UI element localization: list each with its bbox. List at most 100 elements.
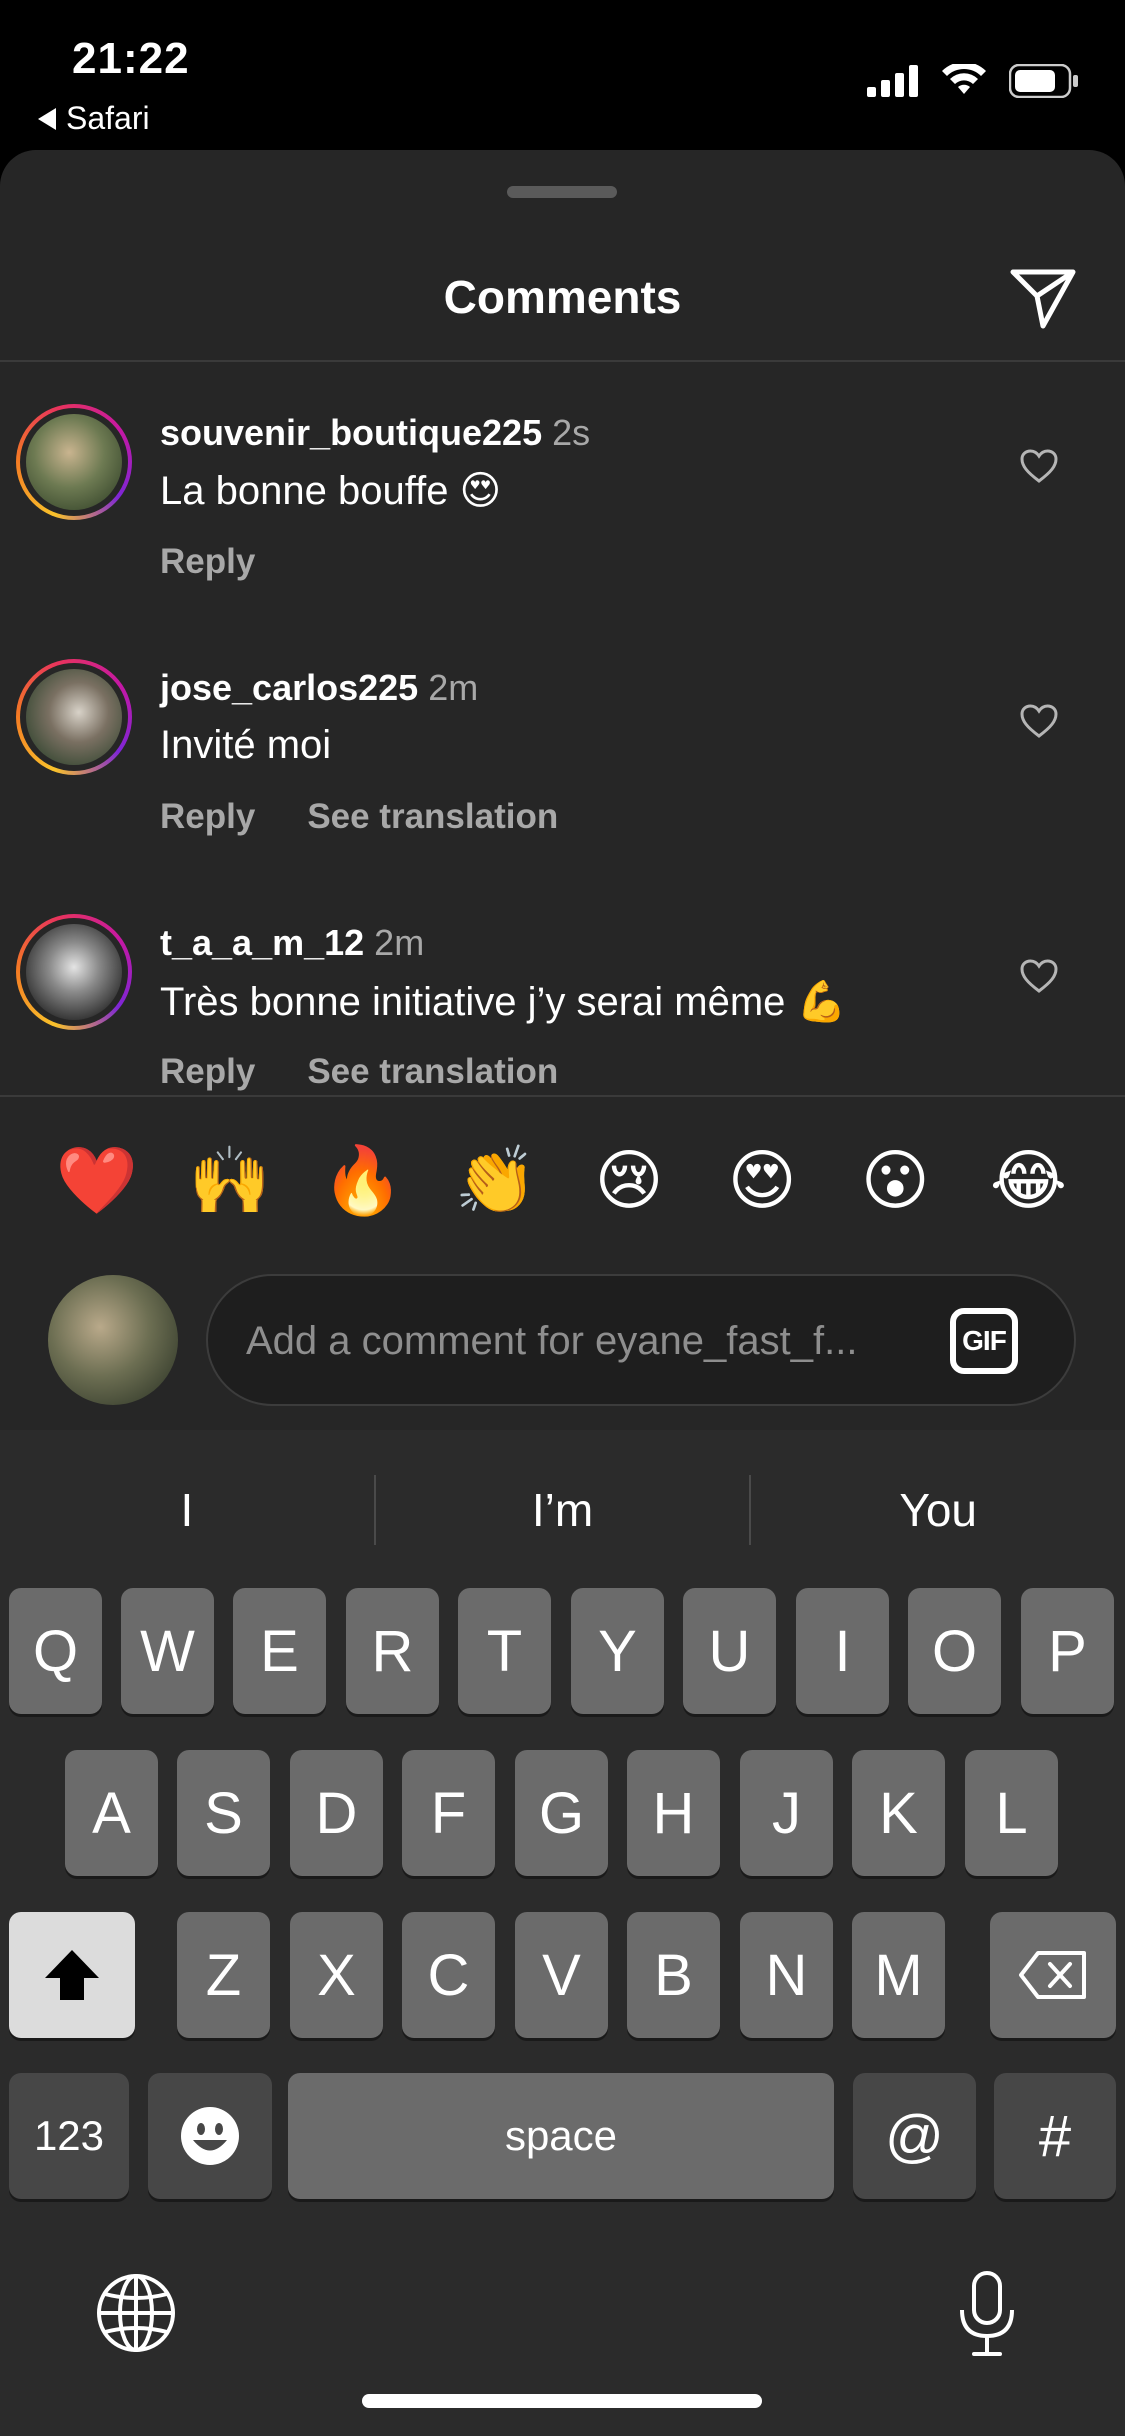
globe-icon[interactable]: [95, 2272, 177, 2354]
key-x[interactable]: X: [290, 1912, 383, 2038]
reaction-surprised[interactable]: 😮: [850, 1140, 940, 1220]
comment-item: jose_carlos225 2m Invité moi Reply See tr…: [0, 617, 1125, 872]
key-g[interactable]: G: [515, 1750, 608, 1876]
reply-button[interactable]: Reply: [160, 1052, 255, 1092]
key-f[interactable]: F: [402, 1750, 495, 1876]
comment-time: 2m: [374, 922, 425, 963]
at-key[interactable]: @: [853, 2073, 976, 2199]
status-icons: [867, 64, 1079, 98]
reply-button[interactable]: Reply: [160, 797, 255, 837]
reaction-crying[interactable]: 😢: [584, 1140, 674, 1220]
comment-text: Invité moi: [160, 723, 332, 767]
comment-actions: Reply See translation: [160, 1052, 558, 1092]
back-triangle-icon: [38, 107, 56, 130]
reaction-heart[interactable]: ❤️: [52, 1140, 142, 1220]
key-m[interactable]: M: [852, 1912, 945, 2038]
avatar[interactable]: [16, 404, 132, 520]
shift-arrow-icon: [45, 1950, 99, 2000]
key-r[interactable]: R: [346, 1588, 439, 1714]
status-bar: 21:22 Safari: [0, 0, 1125, 150]
key-e[interactable]: E: [233, 1588, 326, 1714]
space-key[interactable]: space: [288, 2073, 834, 2199]
comment-item: t_a_a_m_12 2m Très bonne initiative j’y s…: [0, 872, 1125, 1127]
reaction-laughing[interactable]: 😂: [983, 1140, 1073, 1220]
sheet-title: Comments: [443, 271, 682, 323]
comment-username-line[interactable]: t_a_a_m_12 2m: [160, 922, 424, 964]
home-indicator[interactable]: [362, 2394, 762, 2408]
status-time: 21:22: [72, 34, 190, 83]
quick-reaction-bar: ❤️ 🙌 🔥 👏 😢 😍 😮 😂: [0, 1140, 1125, 1220]
key-d[interactable]: D: [290, 1750, 383, 1876]
delete-key[interactable]: [990, 1912, 1116, 2038]
hash-key[interactable]: #: [994, 2073, 1116, 2199]
sheet-grabber[interactable]: [507, 186, 617, 198]
avatar[interactable]: [16, 914, 132, 1030]
key-n[interactable]: N: [740, 1912, 833, 2038]
emoji-face-icon: [181, 2107, 239, 2165]
like-heart-icon[interactable]: [1019, 958, 1059, 994]
emoji-key[interactable]: [148, 2073, 272, 2199]
comment-username[interactable]: souvenir_boutique225: [160, 412, 542, 453]
predictive-bar: I I’m You: [0, 1460, 1125, 1560]
share-send-icon[interactable]: [1007, 260, 1079, 332]
comment-username[interactable]: t_a_a_m_12: [160, 922, 364, 963]
comment-item: souvenir_boutique225 2s La bonne bouffe 😍…: [0, 362, 1125, 617]
key-v[interactable]: V: [515, 1912, 608, 2038]
key-p[interactable]: P: [1021, 1588, 1114, 1714]
cellular-signal-icon: [867, 65, 918, 97]
comment-username[interactable]: jose_carlos225: [160, 667, 418, 708]
comment-text: Très bonne initiative j’y serai même 💪: [160, 980, 847, 1024]
composer-avatar: [48, 1275, 178, 1405]
gif-button[interactable]: GIF: [950, 1308, 1018, 1374]
key-b[interactable]: B: [627, 1912, 720, 2038]
comment-list: souvenir_boutique225 2s La bonne bouffe 😍…: [0, 362, 1125, 1127]
comment-username-line[interactable]: jose_carlos225 2m: [160, 667, 478, 709]
key-u[interactable]: U: [683, 1588, 776, 1714]
key-t[interactable]: T: [458, 1588, 551, 1714]
comment-actions: Reply: [160, 542, 255, 582]
comment-username-line[interactable]: souvenir_boutique225 2s: [160, 412, 590, 454]
key-i[interactable]: I: [796, 1588, 889, 1714]
battery-icon: [1009, 64, 1078, 98]
emoji-divider: [0, 1095, 1125, 1097]
comment-actions: Reply See translation: [160, 797, 558, 837]
key-k[interactable]: K: [852, 1750, 945, 1876]
microphone-icon[interactable]: [956, 2270, 1018, 2358]
key-a[interactable]: A: [65, 1750, 158, 1876]
like-heart-icon[interactable]: [1019, 703, 1059, 739]
key-l[interactable]: L: [965, 1750, 1058, 1876]
see-translation-button[interactable]: See translation: [307, 797, 558, 837]
comment-time: 2m: [428, 667, 479, 708]
suggestion-1[interactable]: I: [0, 1460, 374, 1560]
key-q[interactable]: Q: [9, 1588, 102, 1714]
like-heart-icon[interactable]: [1019, 448, 1059, 484]
see-translation-button[interactable]: See translation: [307, 1052, 558, 1092]
reaction-raising-hands[interactable]: 🙌: [185, 1140, 275, 1220]
key-w[interactable]: W: [121, 1588, 214, 1714]
comments-sheet: Comments souvenir_boutique225 2s La bonne…: [0, 150, 1125, 1430]
wifi-icon: [942, 64, 986, 94]
suggestion-3[interactable]: You: [751, 1460, 1125, 1560]
numbers-key[interactable]: 123: [9, 2073, 129, 2199]
backspace-icon: [1019, 1951, 1086, 1999]
avatar[interactable]: [16, 659, 132, 775]
reaction-heart-eyes[interactable]: 😍: [717, 1140, 807, 1220]
reaction-fire[interactable]: 🔥: [318, 1140, 408, 1220]
key-s[interactable]: S: [177, 1750, 270, 1876]
keyboard: I I’m You Q W E R T Y U I O P A S D F G …: [0, 1430, 1125, 2436]
back-to-safari-link[interactable]: Safari: [38, 100, 150, 137]
suggestion-2[interactable]: I’m: [376, 1460, 750, 1560]
key-z[interactable]: Z: [177, 1912, 270, 2038]
key-h[interactable]: H: [627, 1750, 720, 1876]
shift-key[interactable]: [9, 1912, 135, 2038]
comment-input[interactable]: [246, 1306, 896, 1376]
comment-text: La bonne bouffe 😍: [160, 469, 502, 513]
reaction-clap[interactable]: 👏: [451, 1140, 541, 1220]
key-j[interactable]: J: [740, 1750, 833, 1876]
key-c[interactable]: C: [402, 1912, 495, 2038]
key-o[interactable]: O: [908, 1588, 1001, 1714]
comment-time: 2s: [552, 412, 591, 453]
key-y[interactable]: Y: [571, 1588, 664, 1714]
comment-composer[interactable]: GIF: [206, 1274, 1076, 1406]
reply-button[interactable]: Reply: [160, 542, 255, 582]
